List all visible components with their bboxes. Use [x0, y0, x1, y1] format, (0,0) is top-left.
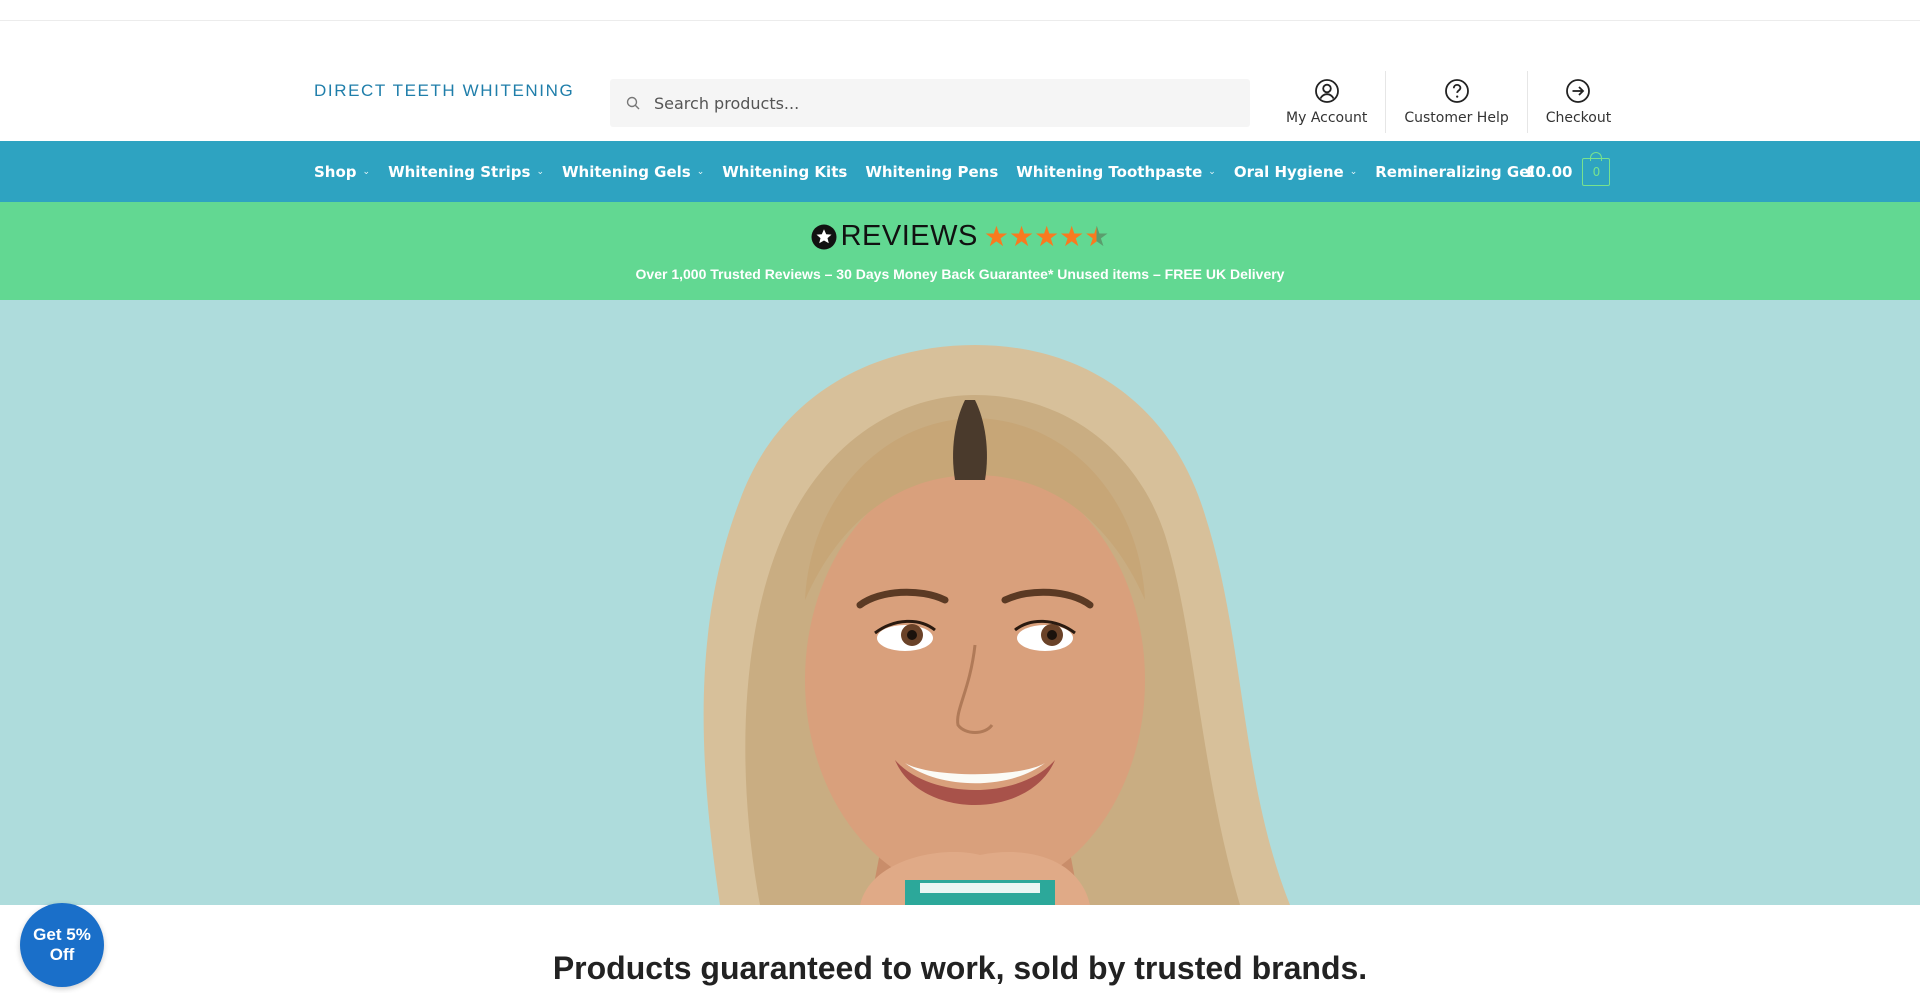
cart-button[interactable]: £0.00 0 [1525, 141, 1611, 202]
discount-popup-button[interactable]: Get 5% Off [20, 903, 104, 987]
nav-item-label: Remineralizing Gel [1375, 162, 1535, 181]
tagline-heading: Products guaranteed to work, sold by tru… [552, 950, 1368, 986]
checkout-label: Checkout [1545, 110, 1612, 126]
search-icon [626, 96, 640, 110]
hero-banner[interactable] [0, 300, 1920, 905]
user-circle-icon [1314, 79, 1339, 103]
nav-item-whitening-strips[interactable]: Whitening Strips ⌄ [388, 163, 544, 181]
chevron-down-icon: ⌄ [536, 166, 544, 177]
discount-line-1: Get 5% [33, 925, 91, 945]
discount-line-2: Off [49, 945, 75, 964]
chevron-down-icon: ⌄ [696, 166, 705, 177]
nav-item-whitening-gels[interactable]: Whitening Gels ⌄ [562, 163, 704, 181]
nav-item-whitening-kits[interactable]: Whitening Kits [722, 163, 847, 181]
reviews-logo-icon [811, 224, 837, 249]
nav-item-oral-hygiene[interactable]: Oral Hygiene ⌄ [1234, 163, 1357, 181]
arrow-right-circle-icon [1566, 79, 1591, 103]
nav-item-whitening-pens[interactable]: Whitening Pens [865, 163, 998, 181]
top-strip [0, 0, 1920, 21]
search-input[interactable] [652, 92, 1216, 114]
site-logo[interactable]: DIRECT TEETH WHITENING [314, 81, 574, 101]
header-links: My Account Customer Help Checkout [1268, 71, 1629, 133]
nav-item-whitening-toothpaste[interactable]: Whitening Toothpaste ⌄ [1016, 163, 1216, 181]
site-header: DIRECT TEETH WHITENING My Account Custom… [0, 21, 1920, 140]
chevron-down-icon: ⌄ [1349, 166, 1358, 177]
customer-help-link[interactable]: Customer Help [1385, 71, 1526, 133]
star-full-icon: ★ [983, 219, 1009, 253]
nav-item-label: Whitening Kits [722, 162, 848, 181]
search-bar[interactable] [610, 79, 1250, 127]
nav-item-label: Shop [314, 162, 357, 181]
nav-item-shop[interactable]: Shop ⌄ [314, 163, 370, 181]
star-full-icon: ★ [1008, 219, 1035, 253]
star-full-icon: ★ [1059, 219, 1085, 253]
reviews-widget[interactable]: REVIEWS ★ ★ ★ ★ ★ [0, 220, 1920, 253]
chevron-down-icon: ⌄ [1208, 166, 1216, 177]
nav-item-label: Whitening Strips [388, 162, 531, 181]
reviews-wordmark: REVIEWS [840, 220, 978, 252]
star-half-icon: ★ [1084, 219, 1110, 253]
chevron-down-icon: ⌄ [362, 166, 371, 177]
cart-count: 0 [1592, 164, 1601, 179]
nav-item-label: Whitening Pens [865, 162, 999, 181]
customer-help-label: Customer Help [1404, 110, 1509, 126]
nav-item-label: Whitening Gels [561, 162, 691, 181]
checkout-link[interactable]: Checkout [1526, 71, 1630, 133]
my-account-label: My Account [1286, 110, 1368, 126]
question-circle-icon [1444, 79, 1469, 103]
promo-banner: REVIEWS ★ ★ ★ ★ ★ Over 1,000 Trusted Rev… [0, 202, 1920, 300]
rating-stars: ★ ★ ★ ★ ★ [983, 219, 1110, 253]
nav-item-label: Oral Hygiene [1233, 162, 1344, 181]
my-account-link[interactable]: My Account [1268, 71, 1385, 133]
star-full-icon: ★ [1034, 219, 1060, 253]
promo-text: Over 1,000 Trusted Reviews – 30 Days Mon… [635, 266, 1285, 282]
main-navigation: Shop ⌄ Whitening Strips ⌄ Whitening Gels ⌄ … [0, 141, 1920, 202]
nav-item-label: Whitening Toothpaste [1016, 162, 1203, 181]
cart-total: £0.00 [1525, 162, 1573, 181]
shopping-bag-icon: 0 [1582, 151, 1611, 186]
hero-image [703, 345, 1290, 905]
nav-item-remineralizing-gel[interactable]: Remineralizing Gel [1375, 163, 1534, 181]
